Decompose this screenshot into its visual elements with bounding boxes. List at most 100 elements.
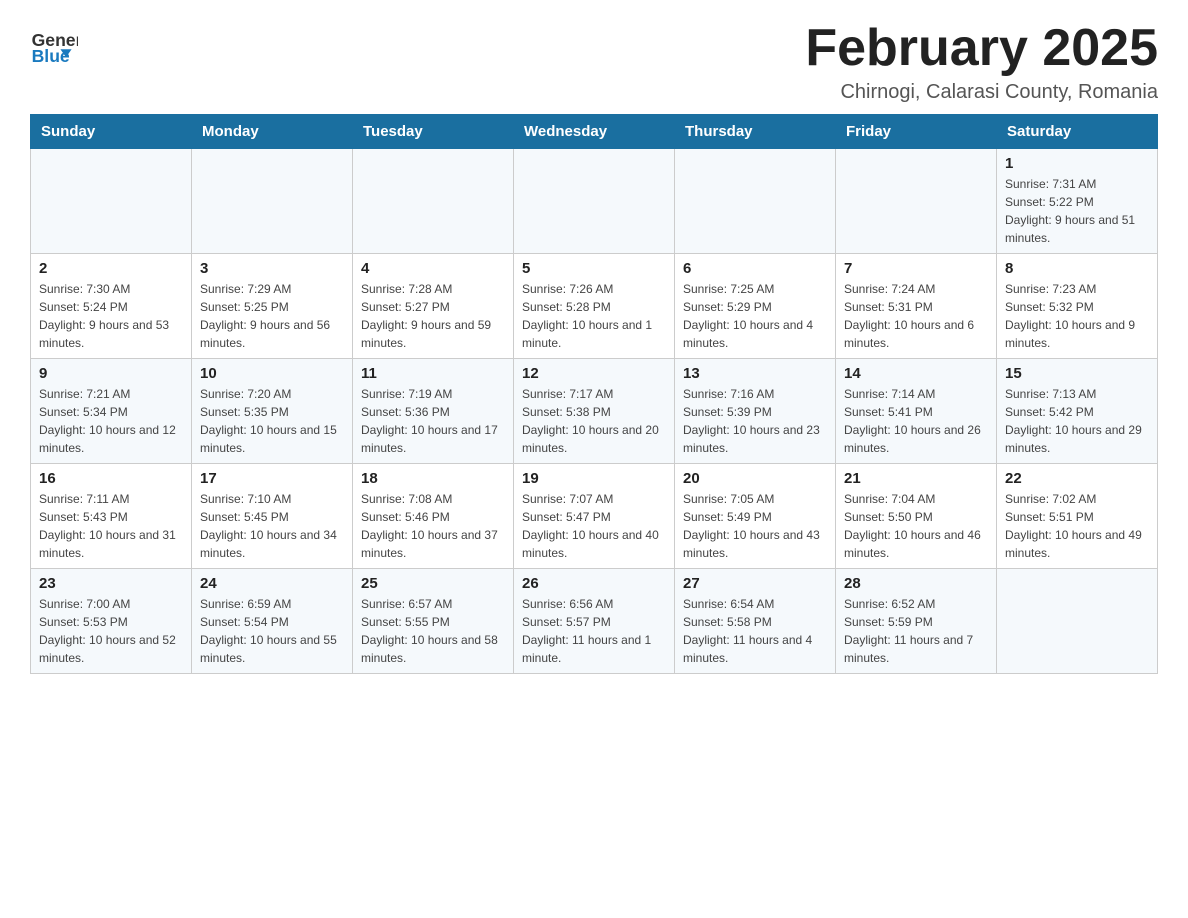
day-number: 8: [1005, 260, 1149, 277]
day-number: 15: [1005, 365, 1149, 382]
svg-text:Blue: Blue: [32, 46, 70, 66]
calendar-table: Sunday Monday Tuesday Wednesday Thursday…: [30, 114, 1158, 674]
calendar-cell: 2 Sunrise: 7:30 AMSunset: 5:24 PMDaylight…: [31, 254, 192, 359]
page-header: General Blue February 2025 Chirnogi, Cal…: [30, 20, 1158, 104]
calendar-cell: 17 Sunrise: 7:10 AMSunset: 5:45 PMDayligh…: [192, 464, 353, 569]
location: Chirnogi, Calarasi County, Romania: [805, 81, 1158, 104]
week-row-2: 2 Sunrise: 7:30 AMSunset: 5:24 PMDaylight…: [31, 254, 1158, 359]
day-number: 2: [39, 260, 183, 277]
day-info: Sunrise: 6:52 AMSunset: 5:59 PMDaylight:…: [844, 595, 988, 667]
day-info: Sunrise: 7:04 AMSunset: 5:50 PMDaylight:…: [844, 490, 988, 562]
calendar-cell: 8Sunrise: 7:23 AMSunset: 5:32 PMDaylight…: [997, 254, 1158, 359]
day-number: 4: [361, 260, 505, 277]
day-info: Sunrise: 7:08 AMSunset: 5:46 PMDaylight:…: [361, 490, 505, 562]
day-info: Sunrise: 7:31 AMSunset: 5:22 PMDaylight:…: [1005, 175, 1149, 247]
calendar-cell: 21 Sunrise: 7:04 AMSunset: 5:50 PMDayligh…: [836, 464, 997, 569]
month-title: February 2025: [805, 20, 1158, 77]
calendar-cell: 28 Sunrise: 6:52 AMSunset: 5:59 PMDayligh…: [836, 569, 997, 674]
logo: General Blue: [30, 20, 82, 68]
calendar-cell: 18 Sunrise: 7:08 AMSunset: 5:46 PMDayligh…: [353, 464, 514, 569]
day-number: 24: [200, 575, 344, 592]
col-thursday: Thursday: [675, 115, 836, 149]
day-number: 3: [200, 260, 344, 277]
calendar-cell: [836, 149, 997, 254]
calendar-cell: 9 Sunrise: 7:21 AMSunset: 5:34 PMDaylight…: [31, 359, 192, 464]
day-info: Sunrise: 7:30 AMSunset: 5:24 PMDaylight:…: [39, 280, 183, 352]
calendar-cell: 19Sunrise: 7:07 AMSunset: 5:47 PMDayligh…: [514, 464, 675, 569]
calendar-cell: 7 Sunrise: 7:24 AMSunset: 5:31 PMDaylight…: [836, 254, 997, 359]
day-number: 12: [522, 365, 666, 382]
title-section: February 2025 Chirnogi, Calarasi County,…: [805, 20, 1158, 104]
week-row-5: 23 Sunrise: 7:00 AMSunset: 5:53 PMDayligh…: [31, 569, 1158, 674]
calendar-cell: 14Sunrise: 7:14 AMSunset: 5:41 PMDayligh…: [836, 359, 997, 464]
day-info: Sunrise: 7:24 AMSunset: 5:31 PMDaylight:…: [844, 280, 988, 352]
calendar-cell: 5 Sunrise: 7:26 AMSunset: 5:28 PMDaylight…: [514, 254, 675, 359]
day-info: Sunrise: 7:02 AMSunset: 5:51 PMDaylight:…: [1005, 490, 1149, 562]
col-sunday: Sunday: [31, 115, 192, 149]
day-info: Sunrise: 7:19 AMSunset: 5:36 PMDaylight:…: [361, 385, 505, 457]
day-number: 28: [844, 575, 988, 592]
day-info: Sunrise: 7:00 AMSunset: 5:53 PMDaylight:…: [39, 595, 183, 667]
calendar-cell: [31, 149, 192, 254]
calendar-cell: 11 Sunrise: 7:19 AMSunset: 5:36 PMDayligh…: [353, 359, 514, 464]
day-number: 11: [361, 365, 505, 382]
calendar-cell: 15Sunrise: 7:13 AMSunset: 5:42 PMDayligh…: [997, 359, 1158, 464]
col-monday: Monday: [192, 115, 353, 149]
calendar-cell: [353, 149, 514, 254]
calendar-cell: 26Sunrise: 6:56 AMSunset: 5:57 PMDayligh…: [514, 569, 675, 674]
calendar-cell: 16 Sunrise: 7:11 AMSunset: 5:43 PMDayligh…: [31, 464, 192, 569]
logo-icon: General Blue: [30, 20, 78, 68]
calendar-cell: 6 Sunrise: 7:25 AMSunset: 5:29 PMDaylight…: [675, 254, 836, 359]
day-number: 20: [683, 470, 827, 487]
day-number: 22: [1005, 470, 1149, 487]
calendar-cell: 13Sunrise: 7:16 AMSunset: 5:39 PMDayligh…: [675, 359, 836, 464]
day-info: Sunrise: 7:05 AMSunset: 5:49 PMDaylight:…: [683, 490, 827, 562]
day-info: Sunrise: 7:29 AMSunset: 5:25 PMDaylight:…: [200, 280, 344, 352]
week-row-4: 16 Sunrise: 7:11 AMSunset: 5:43 PMDayligh…: [31, 464, 1158, 569]
day-info: Sunrise: 7:28 AMSunset: 5:27 PMDaylight:…: [361, 280, 505, 352]
col-friday: Friday: [836, 115, 997, 149]
day-number: 23: [39, 575, 183, 592]
week-row-1: 1 Sunrise: 7:31 AMSunset: 5:22 PMDaylight…: [31, 149, 1158, 254]
calendar-cell: 3 Sunrise: 7:29 AMSunset: 5:25 PMDaylight…: [192, 254, 353, 359]
day-info: Sunrise: 7:20 AMSunset: 5:35 PMDaylight:…: [200, 385, 344, 457]
calendar-cell: [675, 149, 836, 254]
day-number: 13: [683, 365, 827, 382]
calendar-cell: 4 Sunrise: 7:28 AMSunset: 5:27 PMDaylight…: [353, 254, 514, 359]
day-info: Sunrise: 7:25 AMSunset: 5:29 PMDaylight:…: [683, 280, 827, 352]
day-info: Sunrise: 7:21 AMSunset: 5:34 PMDaylight:…: [39, 385, 183, 457]
calendar-cell: 25Sunrise: 6:57 AMSunset: 5:55 PMDayligh…: [353, 569, 514, 674]
calendar-cell: 1 Sunrise: 7:31 AMSunset: 5:22 PMDaylight…: [997, 149, 1158, 254]
calendar-cell: [192, 149, 353, 254]
calendar-cell: [997, 569, 1158, 674]
week-row-3: 9 Sunrise: 7:21 AMSunset: 5:34 PMDaylight…: [31, 359, 1158, 464]
day-number: 6: [683, 260, 827, 277]
day-info: Sunrise: 7:26 AMSunset: 5:28 PMDaylight:…: [522, 280, 666, 352]
day-info: Sunrise: 6:54 AMSunset: 5:58 PMDaylight:…: [683, 595, 827, 667]
col-tuesday: Tuesday: [353, 115, 514, 149]
col-saturday: Saturday: [997, 115, 1158, 149]
col-wednesday: Wednesday: [514, 115, 675, 149]
calendar-cell: 12Sunrise: 7:17 AMSunset: 5:38 PMDayligh…: [514, 359, 675, 464]
calendar-cell: 22 Sunrise: 7:02 AMSunset: 5:51 PMDayligh…: [997, 464, 1158, 569]
calendar-cell: 27 Sunrise: 6:54 AMSunset: 5:58 PMDayligh…: [675, 569, 836, 674]
calendar-cell: 24 Sunrise: 6:59 AMSunset: 5:54 PMDayligh…: [192, 569, 353, 674]
calendar-cell: 23 Sunrise: 7:00 AMSunset: 5:53 PMDayligh…: [31, 569, 192, 674]
day-info: Sunrise: 7:11 AMSunset: 5:43 PMDaylight:…: [39, 490, 183, 562]
day-info: Sunrise: 6:57 AMSunset: 5:55 PMDaylight:…: [361, 595, 505, 667]
day-info: Sunrise: 6:56 AMSunset: 5:57 PMDaylight:…: [522, 595, 666, 667]
day-number: 21: [844, 470, 988, 487]
day-number: 7: [844, 260, 988, 277]
day-number: 17: [200, 470, 344, 487]
day-number: 1: [1005, 155, 1149, 172]
day-info: Sunrise: 6:59 AMSunset: 5:54 PMDaylight:…: [200, 595, 344, 667]
calendar-cell: 10 Sunrise: 7:20 AMSunset: 5:35 PMDayligh…: [192, 359, 353, 464]
day-number: 16: [39, 470, 183, 487]
day-number: 18: [361, 470, 505, 487]
day-number: 27: [683, 575, 827, 592]
day-number: 9: [39, 365, 183, 382]
day-number: 10: [200, 365, 344, 382]
day-number: 5: [522, 260, 666, 277]
day-number: 19: [522, 470, 666, 487]
day-info: Sunrise: 7:10 AMSunset: 5:45 PMDaylight:…: [200, 490, 344, 562]
